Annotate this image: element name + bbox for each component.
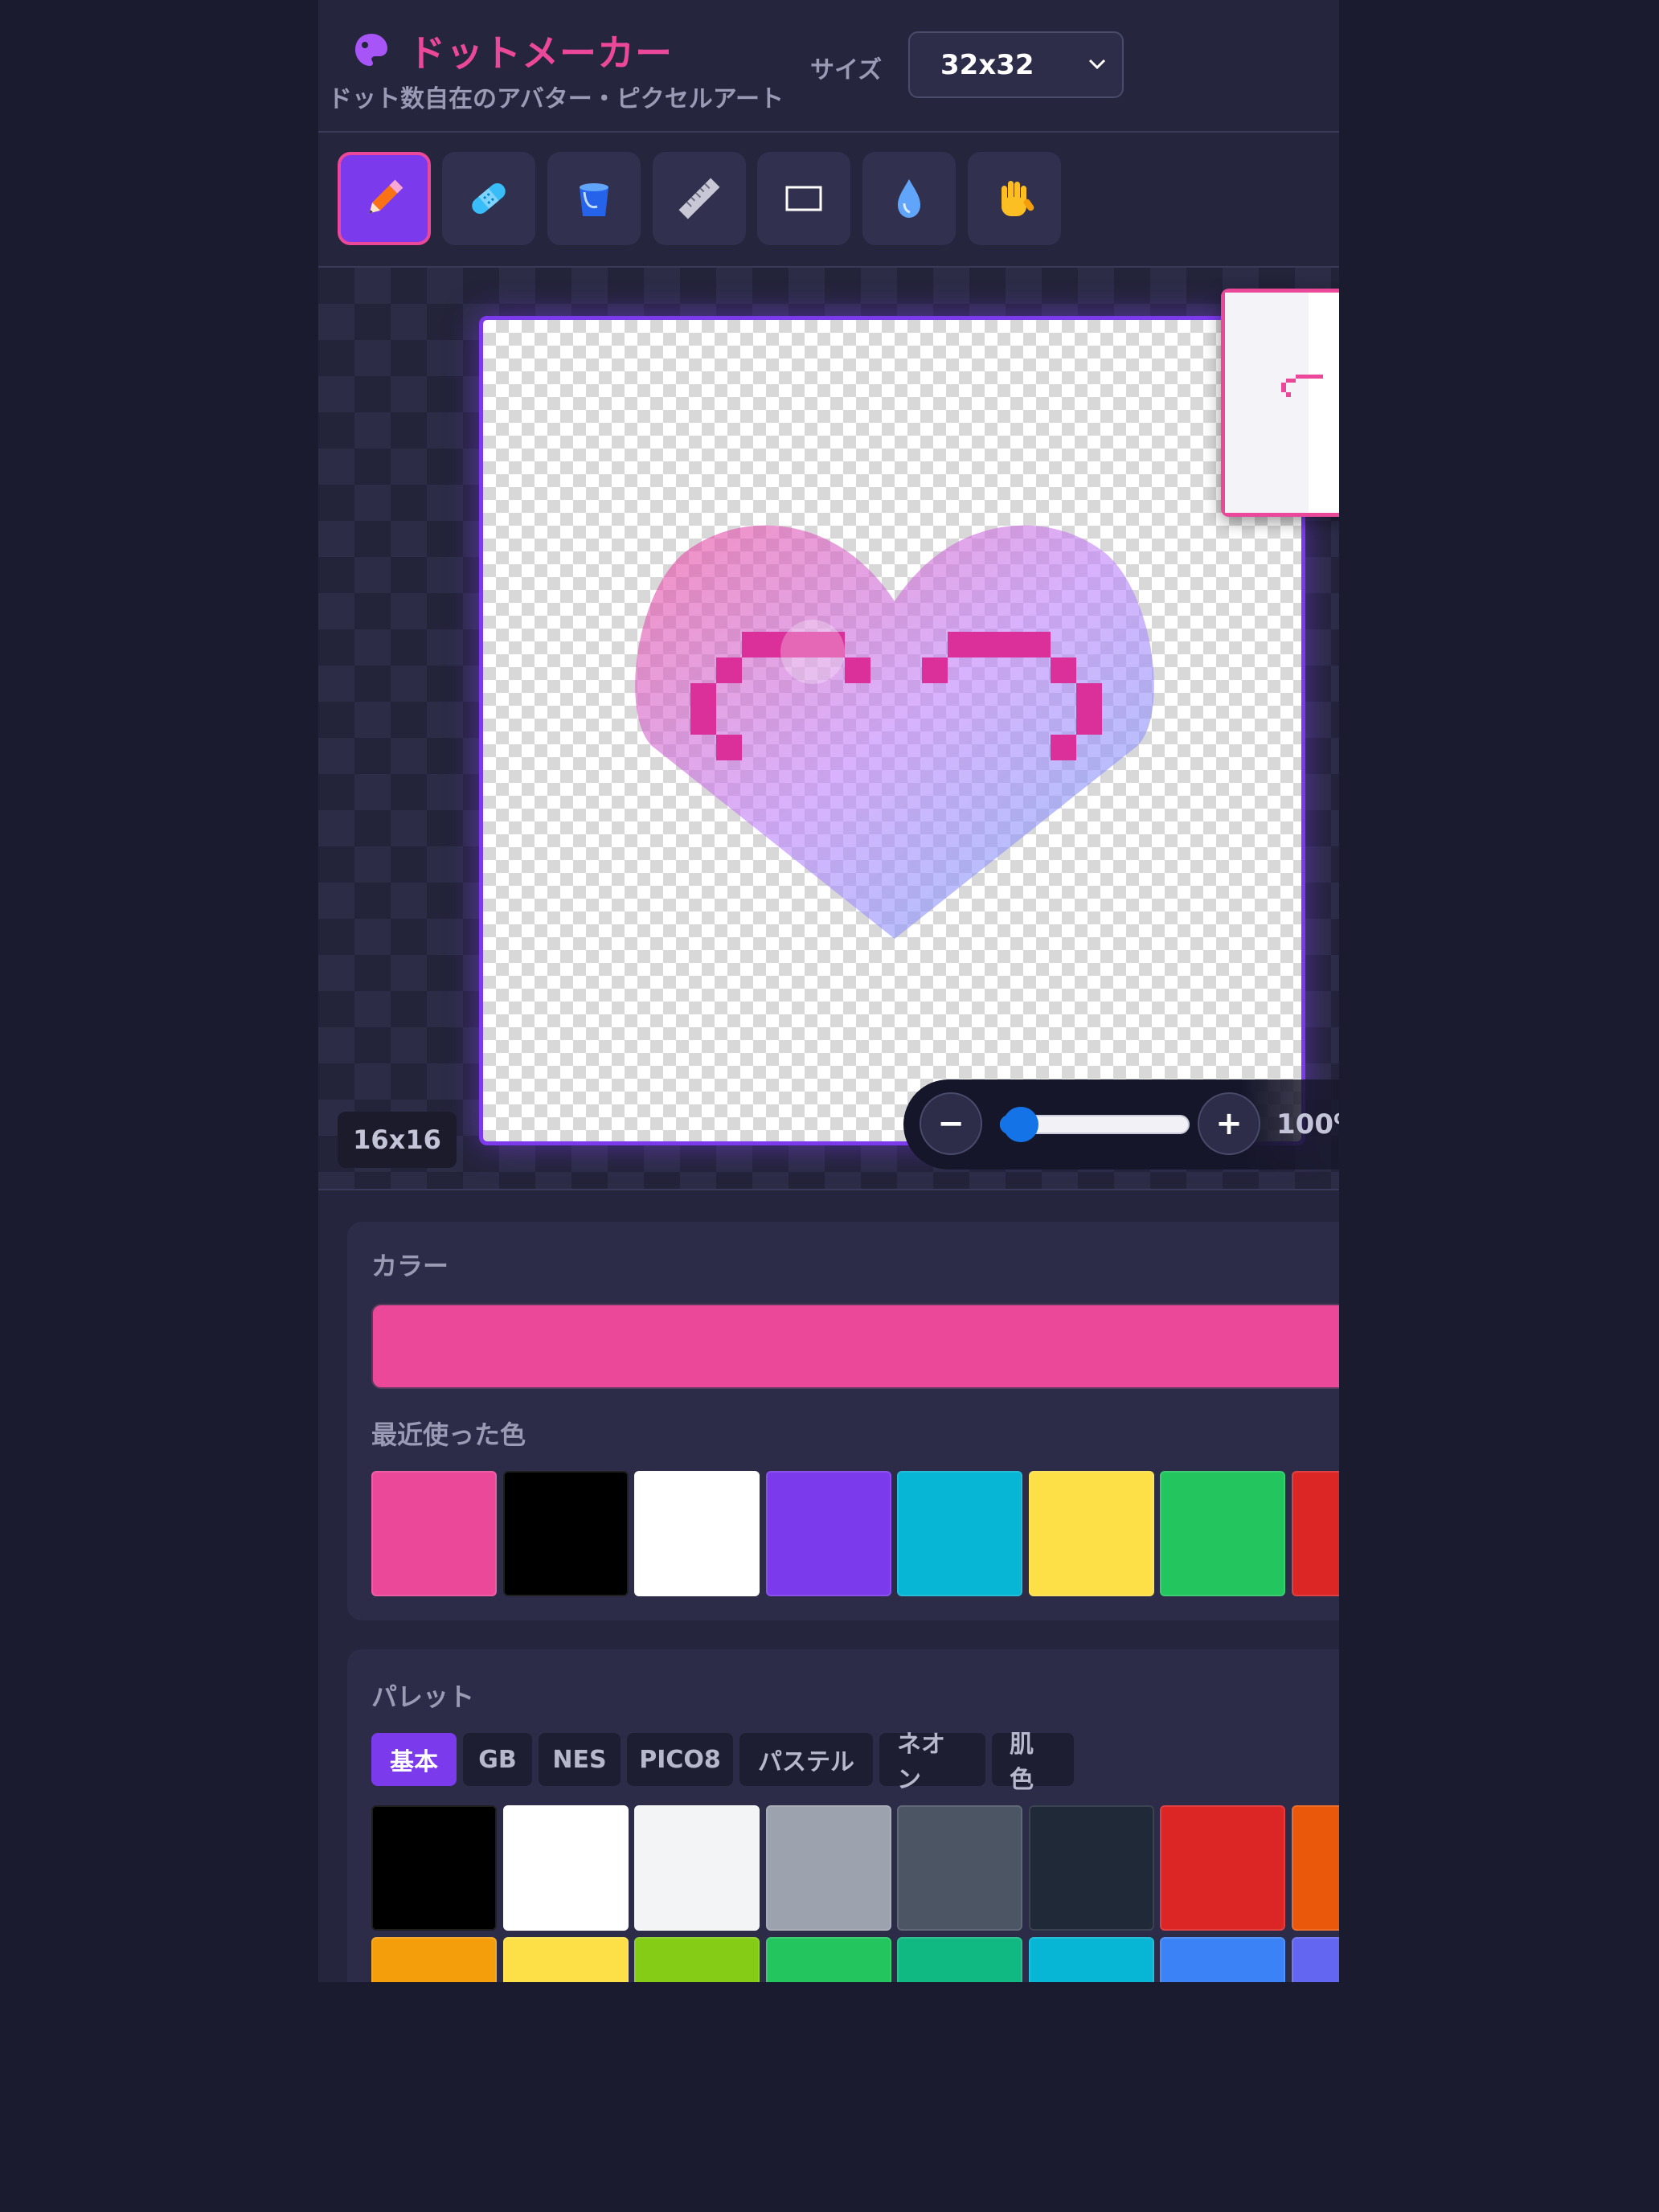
palette-tab[interactable]: ネオン: [879, 1731, 985, 1794]
recent-color-swatch[interactable]: [371, 1471, 497, 1596]
color-panel: カラー 最近使った色: [347, 1222, 1339, 1620]
palette-tab[interactable]: GB: [463, 1733, 532, 1786]
palette-tab[interactable]: PICO8: [627, 1733, 733, 1786]
palette-color-swatch[interactable]: [766, 1937, 891, 1982]
tool-fill[interactable]: [547, 152, 641, 245]
header: ドットメーカー ドット数自在のアバター・ピクセルアート サイズ 32x32: [318, 0, 1339, 133]
palette-color-swatch[interactable]: [634, 1937, 760, 1982]
palette-color-swatch[interactable]: [1292, 1805, 1339, 1931]
palette-panel-title: パレット: [371, 1682, 475, 1712]
ruler-icon: [678, 178, 720, 219]
zoom-control: − + 100%: [903, 1079, 1339, 1169]
zoom-out-button[interactable]: −: [920, 1092, 982, 1155]
palette-color-swatch[interactable]: [1160, 1805, 1285, 1931]
app-window: ドットメーカー ドット数自在のアバター・ピクセルアート サイズ 32x32 16…: [318, 0, 1339, 1982]
droplet-icon: [898, 179, 920, 218]
tool-eyedropper[interactable]: [862, 152, 956, 245]
recent-color-swatch[interactable]: [1160, 1471, 1285, 1596]
resolution-badge: 16x16: [338, 1112, 457, 1168]
bucket-icon: [580, 183, 608, 216]
tool-pan[interactable]: [968, 152, 1061, 245]
hand-icon: [1002, 181, 1034, 216]
palette-color-swatch[interactable]: [1029, 1937, 1154, 1982]
palette-color-swatch[interactable]: [371, 1937, 497, 1982]
palette-color-swatch[interactable]: [371, 1805, 497, 1931]
palette-tab[interactable]: 肌色: [992, 1731, 1074, 1794]
preview-artwork: [1225, 293, 1323, 513]
zoom-slider-thumb[interactable]: [1002, 1107, 1038, 1142]
palette-color-swatch[interactable]: [503, 1805, 629, 1931]
palette-color-swatch[interactable]: [634, 1805, 760, 1931]
recent-color-swatch[interactable]: [1029, 1471, 1154, 1596]
size-label: サイズ: [810, 56, 883, 84]
bandage-icon: [472, 183, 506, 214]
color-panel-title: カラー: [371, 1251, 449, 1281]
rectangle-icon: [785, 186, 822, 211]
palette-tab[interactable]: パステル: [739, 1733, 873, 1786]
palette-color-swatch[interactable]: [897, 1937, 1022, 1982]
palette-tabs: 基本 GB NES PICO8 パステル ネオン 肌色: [371, 1731, 1339, 1794]
app-title: ドットメーカー: [408, 31, 673, 75]
toolbar: [318, 133, 1339, 268]
recent-color-swatch[interactable]: [897, 1471, 1022, 1596]
palette-color-swatch[interactable]: [1292, 1937, 1339, 1982]
pencil-icon: [369, 179, 403, 214]
recent-color-swatch[interactable]: [503, 1471, 629, 1596]
tool-rectangle[interactable]: [757, 152, 850, 245]
tool-line[interactable]: [653, 152, 746, 245]
palette-tab[interactable]: 基本: [371, 1733, 457, 1786]
current-color-picker[interactable]: [371, 1304, 1339, 1389]
palette-color-swatch[interactable]: [1160, 1937, 1285, 1982]
recent-color-swatch[interactable]: [1292, 1471, 1339, 1596]
size-select[interactable]: 32x32: [908, 31, 1124, 98]
tool-eraser[interactable]: [442, 152, 535, 245]
pixel-artwork: [635, 525, 1154, 939]
preview-thumbnail[interactable]: [1221, 289, 1339, 517]
recent-color-swatch[interactable]: [634, 1471, 760, 1596]
palette-color-swatch[interactable]: [766, 1805, 891, 1931]
drawing-canvas[interactable]: [479, 316, 1305, 1145]
palette-color-swatch[interactable]: [1029, 1805, 1154, 1931]
palette-tab[interactable]: NES: [539, 1733, 621, 1786]
recent-color-swatch[interactable]: [766, 1471, 891, 1596]
recent-colors-title: 最近使った色: [371, 1419, 526, 1450]
palette-color-swatch[interactable]: [897, 1805, 1022, 1931]
size-value: 32x32: [940, 49, 1034, 81]
palette-panel: パレット 基本 GB NES PICO8 パステル ネオン 肌色: [347, 1649, 1339, 1982]
tool-pencil[interactable]: [338, 152, 431, 245]
canvas-area: 16x16 − + 100%: [318, 268, 1339, 1190]
brush-cursor: [780, 620, 845, 684]
zoom-value: 100%: [1276, 1108, 1339, 1141]
zoom-in-button[interactable]: +: [1198, 1092, 1260, 1155]
palette-icon: [355, 34, 387, 66]
palette-color-swatch[interactable]: [503, 1937, 629, 1982]
chevron-down-icon: [1088, 59, 1106, 70]
app-subtitle: ドット数自在のアバター・ピクセルアート: [328, 85, 784, 113]
